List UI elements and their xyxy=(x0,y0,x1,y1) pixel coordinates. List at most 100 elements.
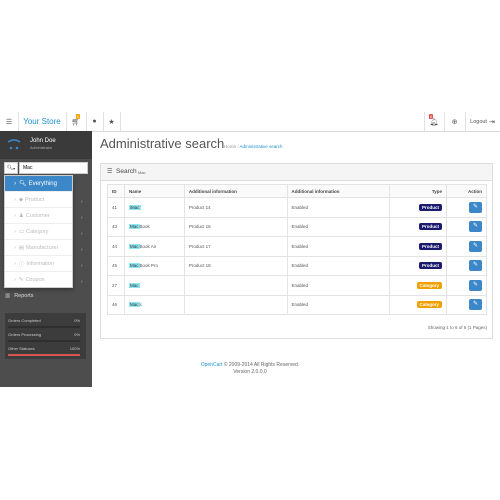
notifications-button[interactable]: 🔔︎ 0 xyxy=(424,112,444,131)
table-row: 46 Macs Enabled Category ✎ xyxy=(107,294,487,315)
user-icon: ● xyxy=(92,118,97,125)
dropdown-item-product[interactable]: › ◆ Product xyxy=(5,192,72,208)
chevron-right-icon: › xyxy=(14,212,16,219)
search-type-button[interactable]: 🔍︎ ▾ xyxy=(4,162,18,174)
chevron-right-icon: › xyxy=(81,247,83,253)
stat-other-statuses: Other Statuses 100% xyxy=(8,346,80,356)
chevron-right-icon: › xyxy=(14,277,16,283)
help-button[interactable]: ⊕ xyxy=(444,112,465,131)
search-input[interactable] xyxy=(19,162,88,174)
panel-title: Search xyxy=(116,168,137,175)
tag-icon: ◆ xyxy=(18,196,24,203)
edit-button[interactable]: ✎ xyxy=(469,221,482,233)
chevron-right-icon: › xyxy=(14,180,16,187)
sidebar-item-reports[interactable]: ▥ Reports xyxy=(0,289,92,303)
chevron-right-icon: › xyxy=(81,279,83,285)
footer-brand-link[interactable]: OpenCart xyxy=(201,362,223,368)
store-link[interactable]: Your Store xyxy=(18,112,66,131)
panel-query: Mac xyxy=(138,170,146,175)
type-badge: Product xyxy=(419,203,443,211)
caret-down-icon: ▾ xyxy=(13,165,16,171)
column-name[interactable]: Name xyxy=(123,184,185,198)
ticket-icon: ✎ xyxy=(18,277,24,283)
dropdown-item-category[interactable]: › ▭ Category xyxy=(5,224,72,240)
panel-heading: ☰ Search Mac xyxy=(101,164,492,181)
column-id[interactable]: ID xyxy=(107,184,125,198)
dropdown-item-manufacturer[interactable]: › ▤ Manufacturer xyxy=(5,240,72,256)
folder-icon: ▭ xyxy=(18,228,25,235)
chevron-right-icon: › xyxy=(81,231,83,237)
dropdown-item-everything[interactable]: › 🔍︎ Everything xyxy=(5,176,72,192)
edit-button[interactable]: ✎ xyxy=(469,299,482,311)
edit-button[interactable]: ✎ xyxy=(469,260,482,272)
pencil-icon: ✎ xyxy=(472,301,479,308)
logout-label: Logout xyxy=(470,118,487,125)
stat-orders-completed: Orders Completed 0% xyxy=(8,318,80,328)
admin-search-form: 🔍︎ ▾ xyxy=(4,162,88,174)
stat-orders-processing: Orders Processing 0% xyxy=(8,332,80,342)
user-name: John Doe xyxy=(30,138,56,144)
stat-fill xyxy=(8,354,80,356)
chevron-right-icon: › xyxy=(14,196,16,203)
search-dropdown: › 🔍︎ Everything › ◆ Product › ♟ Customer… xyxy=(4,175,73,288)
chevron-right-icon: › xyxy=(81,263,83,269)
cart-button[interactable]: 🛒︎ 0 xyxy=(66,112,86,131)
table-row: 27 Mac Enabled Category ✎ xyxy=(107,275,487,296)
pencil-icon: ✎ xyxy=(472,242,479,249)
column-type[interactable]: Type xyxy=(389,184,448,198)
user-button[interactable]: ● xyxy=(86,112,103,131)
dropdown-item-customer[interactable]: › ♟ Customer xyxy=(5,208,72,224)
user-profile: John Doe Administrator xyxy=(0,131,92,159)
search-icon: 🔍︎ xyxy=(19,181,27,187)
pencil-icon: ✎ xyxy=(472,281,479,288)
footer-copyright: OpenCart © 2009-2014 All Rights Reserved… xyxy=(200,362,300,368)
favorites-button[interactable]: ★ xyxy=(103,112,120,131)
edit-button[interactable]: ✎ xyxy=(469,279,482,291)
user-role: Administrator xyxy=(30,146,53,150)
hamburger-icon: ☰ xyxy=(5,118,13,126)
logout-button[interactable]: Logout ⇥ xyxy=(465,112,500,131)
chevron-right-icon: › xyxy=(14,244,16,251)
column-action: Action xyxy=(446,184,487,198)
pencil-icon: ✎ xyxy=(472,223,479,230)
star-icon: ★ xyxy=(108,118,115,126)
pagination-text: Showing 1 to 6 of 6 (1 Pages) xyxy=(427,325,487,330)
breadcrumb-home[interactable]: Home xyxy=(224,144,236,149)
avatar xyxy=(7,138,21,150)
table-row: 44 MacBook Air Product 17 Enabled Produc… xyxy=(107,236,487,257)
edit-button[interactable]: ✎ xyxy=(469,240,482,252)
type-badge: Product xyxy=(419,262,443,270)
cart-badge: 0 xyxy=(76,114,81,119)
sign-out-icon: ⇥ xyxy=(488,118,495,126)
table-row: 45 MacBook Pro Product 18 Enabled Produc… xyxy=(107,255,487,276)
chevron-right-icon: › xyxy=(81,199,83,205)
type-badge: Category xyxy=(416,301,443,309)
edit-button[interactable]: ✎ xyxy=(469,201,482,213)
menu-toggle-button[interactable]: ☰ xyxy=(0,112,18,131)
chevron-right-icon: › xyxy=(14,228,16,235)
type-badge: Product xyxy=(419,223,443,231)
breadcrumb: Home / Administrative search xyxy=(224,144,283,149)
dropdown-item-information[interactable]: › ⓘ Information xyxy=(5,256,72,272)
list-icon: ☰ xyxy=(107,169,113,175)
bell-badge: 0 xyxy=(429,114,434,119)
pencil-icon: ✎ xyxy=(472,262,479,269)
lifebuoy-icon: ⊕ xyxy=(451,118,458,126)
users-icon: ♟ xyxy=(18,212,24,219)
pencil-icon: ✎ xyxy=(472,203,479,210)
info-icon: ⓘ xyxy=(18,261,25,268)
bar-chart-icon: ▥ xyxy=(5,293,11,299)
column-info-2[interactable]: Additional information xyxy=(286,184,391,198)
column-info-1[interactable]: Additional information xyxy=(183,184,288,198)
table-row: 41 iMac Product 14 Enabled Product ✎ xyxy=(107,197,487,218)
type-badge: Category xyxy=(416,281,443,289)
chevron-right-icon: › xyxy=(14,260,16,267)
results-table: ID Name Additional information Additiona… xyxy=(107,184,487,315)
dropdown-item-coupon[interactable]: › ✎ Coupon xyxy=(5,272,72,288)
chevron-right-icon: › xyxy=(81,215,83,221)
type-badge: Product xyxy=(419,242,443,250)
breadcrumb-current[interactable]: Administrative search xyxy=(240,144,283,149)
table-header: ID Name Additional information Additiona… xyxy=(107,184,487,198)
store-label: Your Store xyxy=(23,117,61,126)
footer-version: Version 2.0.0.0 xyxy=(233,369,267,375)
